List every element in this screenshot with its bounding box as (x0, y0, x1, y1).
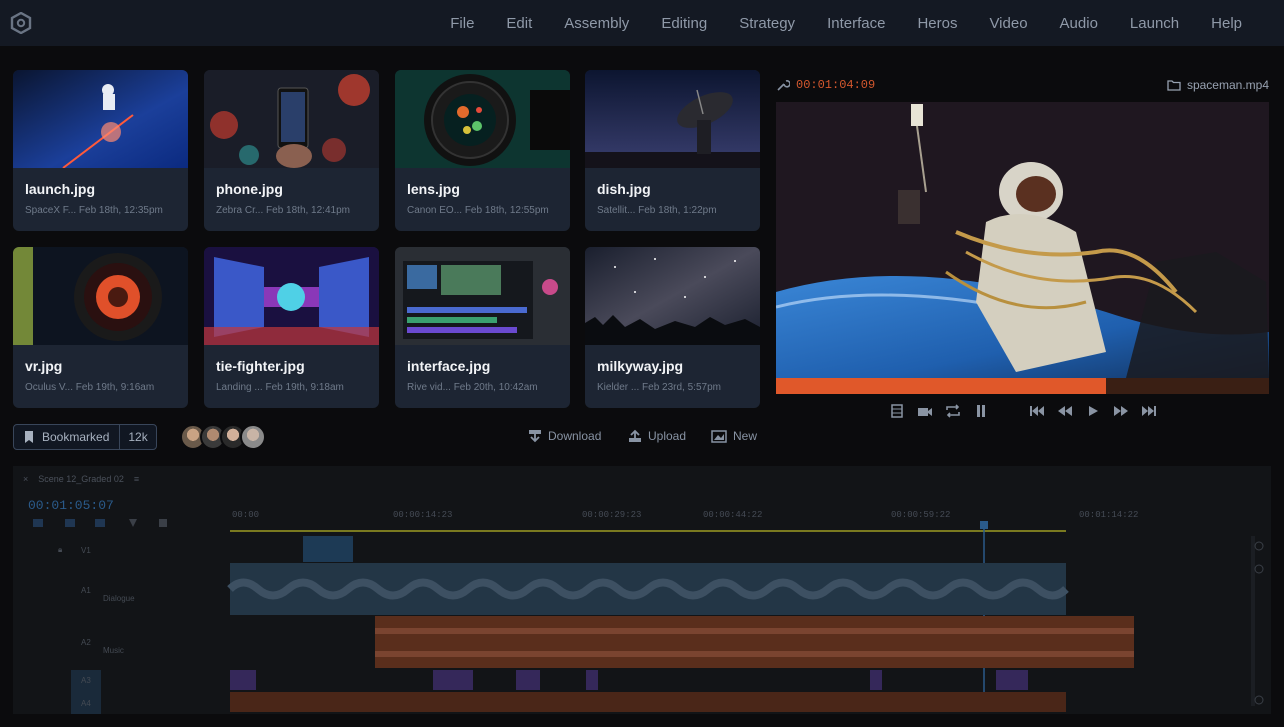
lock-icon[interactable]: 🔒︎ (58, 545, 62, 555)
pause-icon[interactable] (972, 403, 990, 419)
menu-launch[interactable]: Launch (1114, 15, 1195, 32)
track-name: Music (103, 646, 124, 655)
menu-video[interactable]: Video (973, 15, 1043, 32)
menu-interface[interactable]: Interface (811, 15, 901, 32)
track-label: A4 (81, 699, 91, 708)
timeline-panel[interactable]: × Scene 12_Graded 02 ≡ 00:01:05:07 00:00… (13, 466, 1271, 714)
menu-help[interactable]: Help (1195, 15, 1258, 32)
menu-file[interactable]: File (434, 15, 490, 32)
track-label: V1 (81, 546, 91, 555)
media-card-meta: SpaceX F... Feb 18th, 12:35pm (25, 205, 163, 216)
app-logo-icon[interactable] (10, 12, 32, 34)
filmstrip-icon[interactable] (888, 403, 906, 419)
rewind-icon[interactable] (1056, 403, 1074, 419)
timeline-tracks[interactable] (13, 466, 1271, 714)
player-filename-text: spaceman.mp4 (1186, 78, 1269, 92)
upload-icon (629, 429, 641, 442)
player-filename[interactable]: spaceman.mp4 (1167, 78, 1269, 92)
vr-thumbnail (13, 247, 188, 345)
media-card-dish[interactable]: dish.jpg Satellit... Feb 18th, 1:22pm (585, 70, 760, 231)
bookmark-label: Bookmarked (42, 430, 110, 444)
media-card-meta: Satellit... Feb 18th, 1:22pm (597, 205, 717, 216)
clip-controls (888, 403, 990, 419)
bookmark-count: 12k (128, 430, 148, 444)
media-card-name: phone.jpg (216, 181, 283, 197)
new-button[interactable]: New (711, 429, 757, 443)
media-card-name: interface.jpg (407, 358, 491, 374)
fast-forward-icon[interactable] (1112, 403, 1130, 419)
bookmark-button[interactable]: Bookmarked 12k (13, 424, 157, 450)
media-card-name: dish.jpg (597, 181, 651, 197)
media-card-name: vr.jpg (25, 358, 63, 374)
menu-assembly[interactable]: Assembly (548, 15, 645, 32)
menu-strategy[interactable]: Strategy (723, 15, 811, 32)
media-card-milkyway[interactable]: milkyway.jpg Kielder ... Feb 23rd, 5:57p… (585, 247, 760, 408)
camera-icon[interactable] (916, 403, 934, 419)
collaborator-avatars[interactable] (180, 424, 266, 450)
download-button[interactable]: Download (528, 429, 601, 443)
lens-thumbnail (395, 70, 570, 168)
upload-label: Upload (648, 429, 687, 443)
media-gallery: launch.jpg SpaceX F... Feb 18th, 12:35pm… (13, 70, 760, 410)
skip-to-start-icon[interactable] (1028, 403, 1046, 419)
folder-icon (1167, 80, 1181, 91)
marker-icon (129, 519, 137, 527)
track-name: Dialogue (103, 594, 135, 603)
milkyway-thumbnail (585, 247, 760, 345)
video-frame[interactable] (776, 102, 1269, 378)
dish-thumbnail (585, 70, 760, 168)
media-card-name: launch.jpg (25, 181, 95, 197)
track-label: A3 (81, 676, 91, 685)
media-card-interface[interactable]: interface.jpg Rive vid... Feb 20th, 10:4… (395, 247, 570, 408)
link-icon (95, 519, 105, 527)
transport-controls (1028, 403, 1158, 419)
play-icon[interactable] (1084, 403, 1102, 419)
track-label: A2 (81, 638, 91, 647)
media-card-meta: Kielder ... Feb 23rd, 5:57pm (597, 382, 721, 393)
menu-edit[interactable]: Edit (490, 15, 548, 32)
track-select-icon (33, 519, 43, 527)
new-label: New (733, 429, 758, 443)
download-label: Download (548, 429, 602, 443)
media-card-launch[interactable]: launch.jpg SpaceX F... Feb 18th, 12:35pm (13, 70, 188, 231)
media-card-phone[interactable]: phone.jpg Zebra Cr... Feb 18th, 12:41pm (204, 70, 379, 231)
player-timecode-text: 00:01:04:09 (796, 78, 876, 92)
magnet-icon (65, 519, 75, 527)
bookmark-icon (25, 431, 33, 443)
media-card-lens[interactable]: lens.jpg Canon EO... Feb 18th, 12:55pm (395, 70, 570, 231)
media-card-meta: Zebra Cr... Feb 18th, 12:41pm (216, 205, 350, 216)
playback-progress-bar[interactable] (776, 378, 1269, 394)
video-player-header: 00:01:04:09 spaceman.mp4 (776, 78, 1269, 96)
track-label: A1 (81, 586, 91, 595)
wrench-icon (159, 519, 167, 527)
menu-audio[interactable]: Audio (1044, 15, 1114, 32)
media-card-meta: Canon EO... Feb 18th, 12:55pm (407, 205, 549, 216)
loop-icon[interactable] (944, 403, 962, 419)
launch-thumbnail (13, 70, 188, 168)
wrench-icon (777, 80, 790, 91)
media-card-name: tie-fighter.jpg (216, 358, 305, 374)
media-card-tie-fighter[interactable]: tie-fighter.jpg Landing ... Feb 19th, 9:… (204, 247, 379, 408)
media-card-vr[interactable]: vr.jpg Oculus V... Feb 19th, 9:16am (13, 247, 188, 408)
upload-button[interactable]: Upload (628, 429, 686, 443)
media-card-meta: Landing ... Feb 19th, 9:18am (216, 382, 344, 393)
download-icon (529, 430, 541, 443)
media-card-name: milkyway.jpg (597, 358, 684, 374)
media-card-name: lens.jpg (407, 181, 460, 197)
skip-to-end-icon[interactable] (1140, 403, 1158, 419)
avatar[interactable] (240, 424, 266, 450)
interface-thumbnail (395, 247, 570, 345)
main-menu: File Edit Assembly Editing Strategy Inte… (434, 0, 1258, 46)
menubar: File Edit Assembly Editing Strategy Inte… (0, 0, 1284, 46)
player-timecode: 00:01:04:09 (776, 78, 875, 92)
media-card-meta: Rive vid... Feb 20th, 10:42am (407, 382, 538, 393)
tie-fighter-thumbnail (204, 247, 379, 345)
new-image-icon (711, 430, 727, 443)
phone-thumbnail (204, 70, 379, 168)
menu-heros[interactable]: Heros (901, 15, 973, 32)
playback-progress-fill (776, 378, 1107, 394)
menu-editing[interactable]: Editing (645, 15, 723, 32)
media-card-meta: Oculus V... Feb 19th, 9:16am (25, 382, 155, 393)
